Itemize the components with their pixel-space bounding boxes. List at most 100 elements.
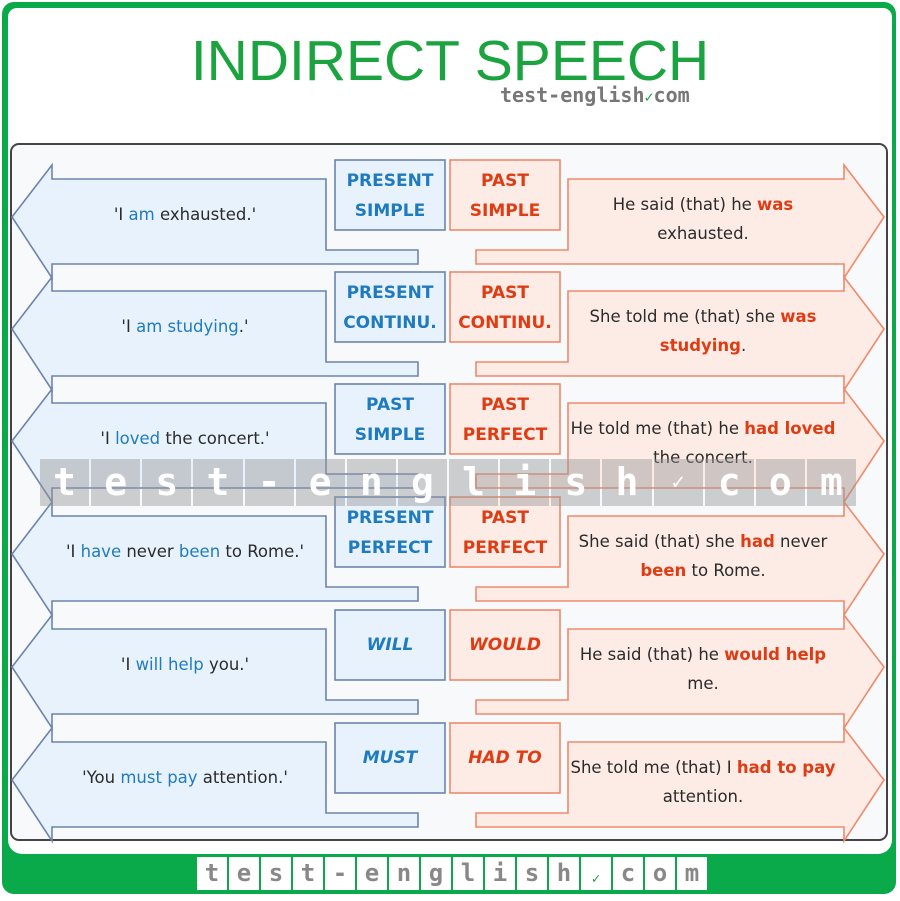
tense-direct-label-line: PRESENT	[346, 171, 434, 191]
highlighted-verb: will help	[135, 655, 204, 674]
tense-direct-label-line: WILL	[366, 635, 414, 655]
sentence-text: to Rome.'	[220, 542, 305, 561]
footer-logo: t e s t - e n g l i s h ✓ c o m	[197, 857, 709, 890]
highlighted-verb: had to pay	[736, 758, 836, 777]
tense-reported-label-line: HAD TO	[468, 748, 542, 768]
tense-direct-label-line: PRESENT	[346, 283, 434, 303]
highlighted-verb: must pay	[120, 768, 198, 787]
sentence-text: 'I	[120, 655, 136, 674]
tense-direct-label-line: SIMPLE	[354, 425, 426, 445]
tense-reported-label: PAST SIMPLE	[450, 166, 560, 226]
highlighted-verb: been	[178, 542, 221, 561]
footer-letter: n	[389, 857, 419, 890]
watermark-letter: t	[193, 459, 243, 506]
footer-letter: o	[645, 857, 675, 890]
tense-reported-label: PAST PERFECT	[450, 503, 560, 563]
tense-direct-label: MUST	[335, 743, 445, 773]
sentence-text: exhausted.	[657, 224, 749, 243]
tense-reported-label-line: PAST	[481, 508, 529, 528]
sentence-text: .'	[238, 317, 249, 336]
reported-speech-sentence: She told me (that) I had to pay attentio…	[568, 753, 838, 811]
footer-letter: t	[293, 857, 323, 890]
check-circle-icon: ✓	[581, 857, 611, 890]
tense-direct-label-line: PRESENT	[346, 508, 434, 528]
tense-reported-label-line: PAST	[481, 283, 529, 303]
sentence-text: you.'	[203, 655, 250, 674]
footer-letter: c	[613, 857, 643, 890]
sentence-text: He told me (that) he	[570, 419, 745, 438]
reported-speech-sentence: He said (that) he was exhausted.	[568, 190, 838, 248]
highlighted-verb: had	[740, 532, 775, 551]
watermark-letter: l	[449, 459, 499, 506]
footer-letter: l	[453, 857, 483, 890]
watermark-letter: -	[244, 459, 294, 506]
sentence-text: He said (that) he	[579, 645, 725, 664]
highlighted-verb: would help	[724, 645, 827, 664]
highlighted-verb: been	[640, 561, 687, 580]
sentence-text: 'I	[65, 542, 81, 561]
tense-reported-label-line: PAST	[481, 395, 529, 415]
watermark-letter: n	[346, 459, 396, 506]
tense-direct-label: WILL	[335, 630, 445, 660]
highlighted-verb: had loved	[744, 419, 836, 438]
watermark-letter: t	[40, 459, 90, 506]
tense-direct-label-line: SIMPLE	[354, 201, 426, 221]
footer-letter: s	[517, 857, 547, 890]
highlighted-verb: am studying	[136, 317, 239, 336]
sentence-text: She said (that) she	[578, 532, 741, 551]
footer-letter: e	[357, 857, 387, 890]
sentence-text: attention.'	[197, 768, 288, 787]
footer-letter: g	[421, 857, 451, 890]
tense-direct-label-line: CONTINU.	[343, 313, 437, 333]
watermark-letter: o	[755, 459, 805, 506]
tense-reported-label: WOULD	[450, 630, 560, 660]
direct-speech-sentence: 'You must pay attention.'	[40, 763, 330, 792]
direct-speech-sentence: 'I have never been to Rome.'	[40, 537, 330, 566]
tense-reported-label-line: WOULD	[469, 635, 541, 655]
sentence-text: She told me (that) I	[570, 758, 737, 777]
sentence-text: exhausted.'	[154, 205, 257, 224]
sentence-text: 'I	[113, 205, 129, 224]
watermark-letter: s	[551, 459, 601, 506]
sentence-text: 'I	[100, 429, 116, 448]
reported-speech-sentence: He said (that) he would help me.	[568, 640, 838, 698]
sentence-text: me.	[687, 674, 719, 693]
tense-reported-label: PAST CONTINU.	[450, 278, 560, 338]
watermark-letter: c	[704, 459, 754, 506]
highlighted-verb: have	[80, 542, 122, 561]
watermark-letter: h	[602, 459, 652, 506]
footer-letter: m	[677, 857, 707, 890]
watermark: t e s t - e n g l i s h ✓ c o m	[40, 459, 858, 506]
sentence-text: She told me (that) she	[589, 307, 781, 326]
highlighted-verb: loved	[115, 429, 161, 448]
sentence-text: 'I	[121, 317, 137, 336]
tense-direct-label-line: MUST	[362, 748, 418, 768]
direct-speech-sentence: 'I am exhausted.'	[40, 200, 330, 229]
check-circle-icon: ✓	[653, 459, 703, 506]
tense-direct-label: PRESENT SIMPLE	[335, 166, 445, 226]
footer-letter: e	[229, 857, 259, 890]
tense-direct-label: PRESENT PERFECT	[335, 503, 445, 563]
tense-reported-label-line: PERFECT	[462, 425, 548, 445]
footer-letter: t	[197, 857, 227, 890]
direct-speech-sentence: 'I loved the concert.'	[40, 424, 330, 453]
direct-speech-sentence: 'I will help you.'	[40, 650, 330, 679]
reported-speech-sentence: She told me (that) she was studying.	[568, 302, 838, 360]
footer-letter: -	[325, 857, 355, 890]
watermark-letter: i	[500, 459, 550, 506]
watermark-letter: s	[142, 459, 192, 506]
tense-reported-label: PAST PERFECT	[450, 390, 560, 450]
tense-reported-label-line: SIMPLE	[469, 201, 541, 221]
tense-reported-label-line: PERFECT	[462, 538, 548, 558]
watermark-letter: e	[295, 459, 345, 506]
reported-speech-sentence: She said (that) she had never been to Ro…	[568, 527, 838, 585]
sentence-text: the concert.'	[160, 429, 270, 448]
direct-speech-sentence: 'I am studying.'	[40, 312, 330, 341]
tense-direct-label-line: PERFECT	[347, 538, 433, 558]
watermark-letter: m	[806, 459, 856, 506]
footer-letter: s	[261, 857, 291, 890]
sentence-text: 'You	[82, 768, 121, 787]
highlighted-verb: was	[757, 195, 794, 214]
sentence-text: attention.	[662, 787, 744, 806]
tense-reported-label: HAD TO	[450, 743, 560, 773]
